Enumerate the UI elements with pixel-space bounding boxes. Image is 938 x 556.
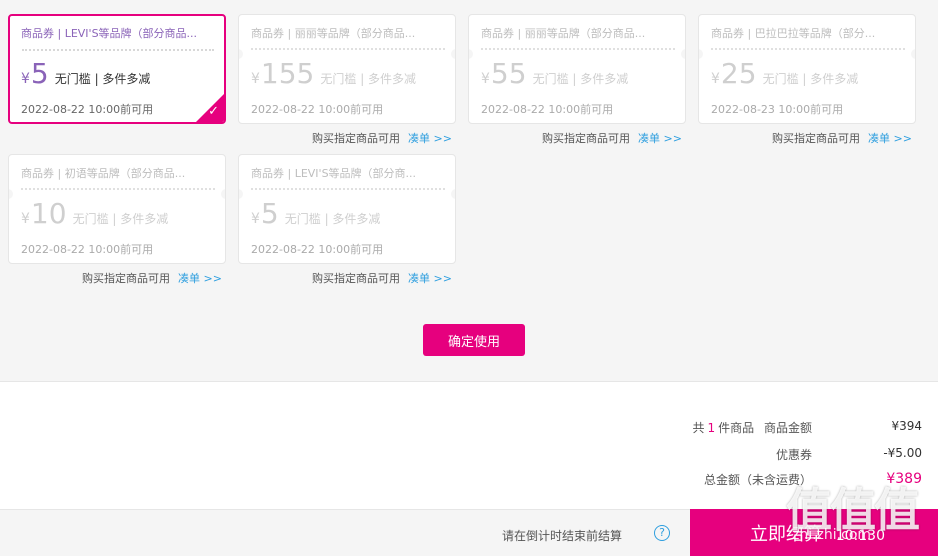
coupon-notch xyxy=(9,189,13,199)
currency-symbol: ¥ xyxy=(711,71,720,87)
coupon-notch xyxy=(911,49,915,59)
currency-symbol: ¥ xyxy=(21,211,30,227)
coupon-expiry: 2022-08-22 10:00前可用 xyxy=(251,103,384,116)
coupon-label: 优惠券 xyxy=(775,448,812,462)
coupon-value: 55 xyxy=(490,57,527,90)
coupon-title: 商品券 | 巴拉巴拉等品牌（部分... xyxy=(711,27,876,40)
goods-amount-value: ¥394 xyxy=(891,419,922,433)
coupon-link-row: 购买指定商品可用 凑单 >> xyxy=(312,270,452,286)
dashed-divider xyxy=(251,48,445,50)
coupon-desc: 无门槛 | 多件多减 xyxy=(72,212,169,226)
coupon-amount: ¥ 55 无门槛 | 多件多减 xyxy=(481,59,628,89)
item-count: 1 xyxy=(707,421,716,435)
summary-goods-row: 共 1 件商品 商品金额 ¥394 xyxy=(692,419,922,436)
coupon-value: 5 xyxy=(260,197,279,230)
coupon-card[interactable]: 商品券 | 丽丽等品牌（部分商品... ¥ 55 无门槛 | 多件多减 2022… xyxy=(468,14,686,124)
coupon-title: 商品券 | 初语等品牌（部分商品... xyxy=(21,167,186,180)
coupon-condition: 购买指定商品可用 xyxy=(312,272,400,285)
dashed-divider xyxy=(251,188,445,190)
coupon-amount: ¥ 10 无门槛 | 多件多减 xyxy=(21,199,168,229)
coupon-amount: ¥ 5 无门槛 | 多件多减 xyxy=(21,59,150,89)
coupon-expiry: 2022-08-22 10:00前可用 xyxy=(21,243,154,256)
coupon-card[interactable]: 商品券 | LEVI'S等品牌（部分商... ¥ 5 无门槛 | 多件多减 20… xyxy=(238,154,456,264)
goods-count-label: 共 1 件商品 商品金额 xyxy=(692,419,812,436)
coupon-value: 5 xyxy=(30,57,49,90)
coupon-notch xyxy=(239,49,243,59)
coupon-expiry: 2022-08-22 10:00前可用 xyxy=(481,103,614,116)
confirm-use-button[interactable]: 确定使用 xyxy=(423,324,525,356)
coupon-card-selected[interactable]: 商品券 | LEVI'S等品牌（部分商品... ¥ 5 无门槛 | 多件多减 2… xyxy=(8,14,226,124)
coupon-condition: 购买指定商品可用 xyxy=(82,272,170,285)
currency-symbol: ¥ xyxy=(251,211,260,227)
coupon-notch xyxy=(469,49,473,59)
coupon-condition: 购买指定商品可用 xyxy=(542,132,630,145)
currency-symbol: ¥ xyxy=(251,71,260,87)
coupon-notch xyxy=(451,49,455,59)
coupon-notch xyxy=(451,189,455,199)
coupon-value: 25 xyxy=(720,57,757,90)
coupon-desc: 无门槛 | 多件多减 xyxy=(762,72,859,86)
coupon-desc: 无门槛 | 多件多减 xyxy=(284,212,381,226)
dashed-divider xyxy=(22,49,214,51)
coupon-card[interactable]: 商品券 | 巴拉巴拉等品牌（部分... ¥ 25 无门槛 | 多件多减 2022… xyxy=(698,14,916,124)
add-items-link[interactable]: 凑单 >> xyxy=(178,272,222,285)
add-items-link[interactable]: 凑单 >> xyxy=(638,132,682,145)
add-items-link[interactable]: 凑单 >> xyxy=(868,132,912,145)
coupon-title: 商品券 | 丽丽等品牌（部分商品... xyxy=(481,27,646,40)
currency-symbol: ¥ xyxy=(21,71,30,87)
coupon-notch xyxy=(699,49,703,59)
coupon-desc: 无门槛 | 多件多减 xyxy=(320,72,417,86)
count-suffix: 件商品 xyxy=(718,421,755,435)
watermark-site: zhi.zhi.com xyxy=(792,527,872,543)
currency-symbol: ¥ xyxy=(481,71,490,87)
dashed-divider xyxy=(21,188,215,190)
goods-amount-label: 商品金额 xyxy=(763,421,812,435)
coupon-link-row: 购买指定商品可用 凑单 >> xyxy=(772,130,912,146)
coupon-title: 商品券 | LEVI'S等品牌（部分商... xyxy=(251,167,417,180)
coupon-link-row: 购买指定商品可用 凑单 >> xyxy=(82,270,222,286)
section-divider xyxy=(0,381,938,382)
coupon-expiry: 2022-08-22 10:00前可用 xyxy=(251,243,384,256)
coupon-card[interactable]: 商品券 | 丽丽等品牌（部分商品... ¥ 155 无门槛 | 多件多减 202… xyxy=(238,14,456,124)
coupon-expiry: 2022-08-23 10:00前可用 xyxy=(711,103,844,116)
coupon-list-area: 商品券 | LEVI'S等品牌（部分商品... ¥ 5 无门槛 | 多件多减 2… xyxy=(0,0,938,381)
coupon-card[interactable]: 商品券 | 初语等品牌（部分商品... ¥ 10 无门槛 | 多件多减 2022… xyxy=(8,154,226,264)
coupon-amount: ¥ 155 无门槛 | 多件多减 xyxy=(251,59,416,89)
count-prefix: 共 xyxy=(692,421,705,435)
checkmark-icon: ✓ xyxy=(208,104,219,119)
help-icon[interactable]: ? xyxy=(654,525,670,541)
coupon-title: 商品券 | 丽丽等品牌（部分商品... xyxy=(251,27,416,40)
countdown-tip: 请在倒计时结束前结算 xyxy=(502,529,623,543)
coupon-desc: 无门槛 | 多件多减 xyxy=(54,72,151,86)
coupon-notch xyxy=(239,189,243,199)
add-items-link[interactable]: 凑单 >> xyxy=(408,132,452,145)
coupon-desc: 无门槛 | 多件多减 xyxy=(532,72,629,86)
coupon-link-row: 购买指定商品可用 凑单 >> xyxy=(542,130,682,146)
dashed-divider xyxy=(481,48,675,50)
coupon-amount: ¥ 5 无门槛 | 多件多减 xyxy=(251,199,380,229)
add-items-link[interactable]: 凑单 >> xyxy=(408,272,452,285)
dashed-divider xyxy=(711,48,905,50)
coupon-condition: 购买指定商品可用 xyxy=(772,132,860,145)
coupon-notch xyxy=(221,189,225,199)
coupon-discount-value: -¥5.00 xyxy=(883,446,922,460)
coupon-notch xyxy=(681,49,685,59)
summary-coupon-row: 优惠券 -¥5.00 xyxy=(776,446,922,463)
coupon-link-row: 购买指定商品可用 凑单 >> xyxy=(312,130,452,146)
coupon-value: 10 xyxy=(30,197,67,230)
coupon-value: 155 xyxy=(260,57,315,90)
coupon-condition: 购买指定商品可用 xyxy=(312,132,400,145)
coupon-amount: ¥ 25 无门槛 | 多件多减 xyxy=(711,59,858,89)
coupon-expiry: 2022-08-22 10:00前可用 xyxy=(21,103,154,116)
coupon-title: 商品券 | LEVI'S等品牌（部分商品... xyxy=(21,27,198,40)
